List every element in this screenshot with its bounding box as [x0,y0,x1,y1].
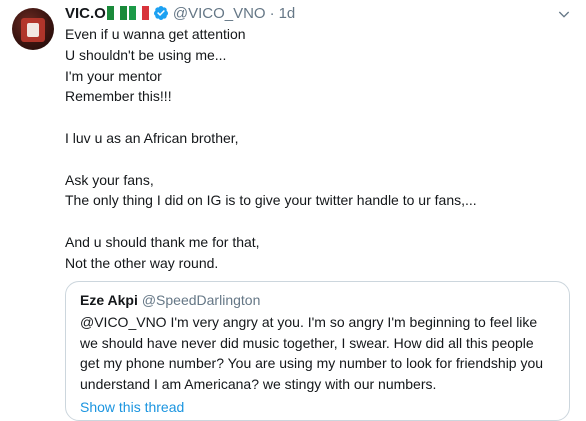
tweet-line: Ask your fans, [65,171,154,188]
tweet-line [65,211,565,232]
avatar[interactable] [12,8,54,50]
tweet-line: The only thing I did on IG is to give yo… [65,192,477,209]
avatar-detail [27,23,39,37]
tweet-line: I'm your mentor [65,67,162,84]
tweet-line: Not the other way round. [65,254,219,271]
italy-flag-icon [128,6,149,20]
verified-icon [153,6,168,20]
tweet-line: And u should thank me for that, [65,233,260,250]
tweet-line [65,107,565,128]
quoted-author-handle: @SpeedDarlington [141,292,261,308]
quoted-tweet-header: Eze Akpi @SpeedDarlington [80,290,557,310]
tweet-text: Even if u wanna get attention U shouldn'… [65,24,565,274]
tweet-line [65,149,565,170]
tweet-header: VIC.O @VICO_VNO · 1d [65,3,295,23]
quoted-tweet[interactable]: Eze Akpi @SpeedDarlington @VICO_VNO I'm v… [65,281,570,421]
tweet-line: Remember this!!! [65,88,172,105]
quoted-author-name: Eze Akpi [80,292,138,308]
author-handle[interactable]: @VICO_VNO [173,5,266,22]
tweet-timestamp[interactable]: 1d [279,5,296,22]
quoted-tweet-text: @VICO_VNO I'm very angry at you. I'm so … [80,314,544,392]
show-thread-link[interactable]: Show this thread [80,399,557,415]
tweet[interactable]: VIC.O @VICO_VNO · 1d Even if u wanna get… [0,0,586,421]
tweet-line: I luv u as an African brother, [65,129,239,146]
chevron-down-icon[interactable] [556,6,572,22]
author-name[interactable]: VIC.O [65,5,106,22]
nigeria-flag-icon [106,6,127,20]
separator-dot: · [269,4,275,22]
tweet-line: U shouldn't be using me... [65,46,227,63]
tweet-line: Even if u wanna get attention [65,26,246,42]
